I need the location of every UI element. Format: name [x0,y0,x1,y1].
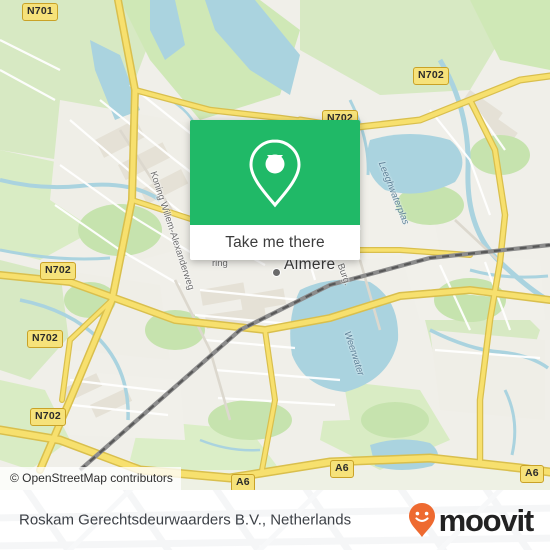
road-shield-a6-center: A6 [330,460,354,478]
road-shield-n702-top-right: N702 [413,67,449,85]
moovit-pin-smiley-icon [408,503,435,537]
place-title: Roskam Gerechtsdeurwaarders B.V., Nether… [19,511,352,529]
city-marker-dot [272,268,281,277]
card-label-area[interactable]: Take me there [190,225,360,260]
road-shield-a6-left: A6 [231,474,255,490]
map-canvas[interactable]: Koning Willem-Alexanderweg Leeghwaterpla… [0,0,550,490]
road-shield-a6-right: A6 [520,465,544,483]
moovit-wordmark: moovit [438,502,535,538]
take-me-there-label: Take me there [225,233,325,251]
road-shield-n702-left-lower: N702 [30,408,66,426]
footer-content: Roskam Gerechtsdeurwaarders B.V., Nether… [0,490,550,550]
road-shield-n702-left-upper: N702 [40,262,76,280]
moovit-map-screenshot: Koning Willem-Alexanderweg Leeghwaterpla… [0,0,550,550]
take-me-there-card[interactable]: Take me there [190,120,360,260]
card-pointer-triangle [267,155,283,164]
map-pin-icon [249,138,301,207]
moovit-brand[interactable]: moovit [407,502,535,538]
osm-attribution[interactable]: © OpenStreetMap contributors [0,467,181,490]
footer-bar: Roskam Gerechtsdeurwaarders B.V., Nether… [0,490,550,550]
card-icon-area [190,120,360,225]
road-shield-n701: N701 [22,3,58,21]
road-shield-n702-left-mid: N702 [27,330,63,348]
